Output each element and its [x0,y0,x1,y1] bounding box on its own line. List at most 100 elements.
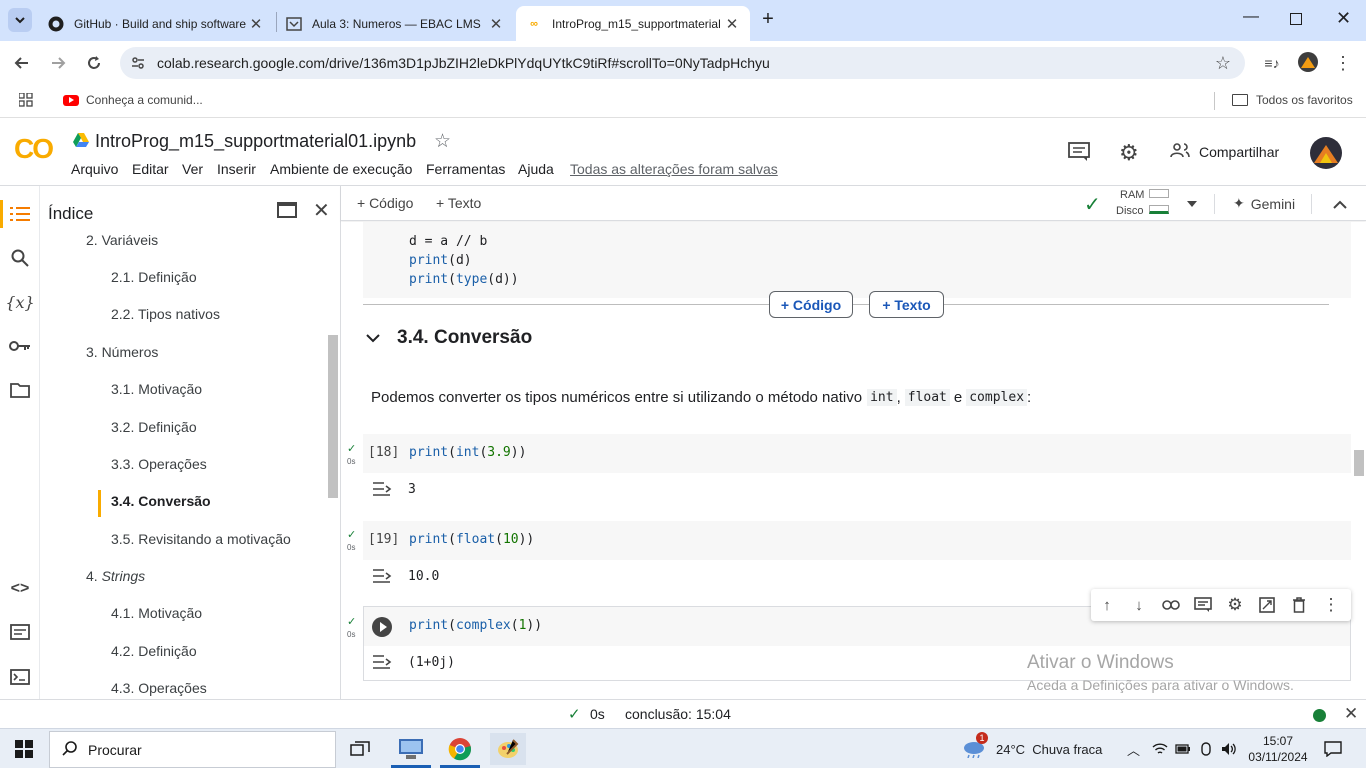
tab-colab[interactable]: ∞ IntroProg_m15_supportmaterial ✕ [516,6,750,41]
collapse-header-icon[interactable] [1333,198,1347,213]
star-icon[interactable]: ☆ [1215,53,1231,74]
run-cell-button[interactable] [372,617,392,637]
volume-icon[interactable] [1221,729,1237,768]
text-cell[interactable]: Podemos converter os tipos numéricos ent… [371,389,1031,406]
tray-chevron-icon[interactable]: ︿ [1127,729,1140,768]
comments-icon[interactable] [1068,142,1090,165]
browser-menu-icon[interactable]: ⋮ [1331,51,1355,75]
settings-gear-icon[interactable]: ⚙ [1119,140,1139,166]
site-info-icon[interactable] [130,55,146,74]
add-text-button[interactable]: + Texto [436,195,481,211]
add-code-button[interactable]: + Código [357,195,413,211]
close-icon[interactable]: ✕ [248,15,264,33]
terminal-icon[interactable] [8,665,32,689]
minimize-button[interactable]: — [1243,8,1259,28]
toc-item[interactable]: 2.2. Tipos nativos [111,306,220,322]
move-up-icon[interactable]: ↑ [1097,595,1117,615]
menu-arquivo[interactable]: Arquivo [71,161,118,177]
close-window-button[interactable]: ✕ [1336,8,1352,28]
toc-item-active[interactable]: 3.4. Conversão [111,493,211,509]
move-down-icon[interactable]: ↓ [1129,595,1149,615]
all-bookmarks[interactable]: Todos os favoritos [1232,93,1353,107]
menu-inserir[interactable]: Inserir [217,161,256,177]
toc-item[interactable]: 2. Variáveis [86,232,158,248]
key-icon[interactable] [8,334,32,358]
reload-button[interactable] [82,51,106,75]
tab-ebac[interactable]: Aula 3: Numeros — EBAC LMS ✕ [276,6,514,41]
media-control-icon[interactable]: ≡♪ [1260,51,1284,75]
apps-icon[interactable] [18,92,33,107]
variables-icon[interactable]: {x} [5,290,34,314]
forward-button[interactable] [46,51,70,75]
toc-item[interactable]: 4.2. Definição [111,643,197,659]
toc-item[interactable]: 4.3. Operações [111,680,207,696]
account-avatar[interactable] [1310,137,1342,169]
toc-item[interactable]: 3.2. Definição [111,419,197,435]
delete-icon[interactable] [1289,595,1309,615]
gear-icon[interactable]: ⚙ [1225,595,1245,615]
weather-widget[interactable]: 1 24°C Chuva fraca [962,729,1102,768]
toc-item[interactable]: 4. Strings [86,568,145,584]
menu-ambiente[interactable]: Ambiente de execução [270,161,412,177]
link-icon[interactable] [1161,595,1181,615]
toc-item[interactable]: 3.1. Motivação [111,381,202,397]
save-status[interactable]: Todas as alterações foram salvas [570,161,778,177]
close-icon[interactable]: ✕ [313,198,330,223]
colab-logo[interactable]: CO [14,133,54,165]
section-collapse-icon[interactable] [366,331,380,346]
share-button[interactable]: Compartilhar [1170,143,1279,160]
profile-avatar[interactable] [1298,52,1318,72]
toc-item[interactable]: 3.3. Operações [111,456,207,472]
output-icon[interactable] [372,568,394,587]
close-icon[interactable]: ✕ [488,15,504,33]
insert-code-button[interactable]: + Código [769,291,853,318]
toc-item[interactable]: 3.5. Revisitando a motivação [111,531,291,547]
menu-editar[interactable]: Editar [132,161,169,177]
search-icon[interactable] [8,246,32,270]
menu-ver[interactable]: Ver [182,161,203,177]
menu-ferramentas[interactable]: Ferramentas [426,161,505,177]
star-icon[interactable]: ☆ [434,130,451,153]
output-icon[interactable] [372,481,394,500]
gemini-button[interactable]: ✦ Gemini [1233,195,1295,212]
menu-ajuda[interactable]: Ajuda [518,161,554,177]
output-icon[interactable] [372,654,394,673]
meet-icon[interactable] [1199,729,1213,768]
mirror-cell-icon[interactable] [1257,595,1277,615]
code-snippets-icon[interactable]: <> [8,577,32,601]
task-view-icon[interactable] [342,733,378,765]
close-icon[interactable]: ✕ [724,15,740,33]
insert-text-button[interactable]: + Texto [869,291,944,318]
folder-icon[interactable] [8,378,32,402]
toc-item[interactable]: 4.1. Motivação [111,605,202,621]
back-button[interactable] [10,51,34,75]
notebook-scrollbar[interactable] [1354,450,1364,476]
toc-item[interactable]: 2.1. Definição [111,269,197,285]
bookmark-youtube[interactable]: Conheça a comunid... [63,93,203,107]
comment-icon[interactable] [1193,595,1213,615]
new-tab-button[interactable]: + [758,9,778,29]
close-icon[interactable]: ✕ [1344,704,1358,724]
open-in-tab-icon[interactable] [277,202,297,218]
toc-scrollbar[interactable] [328,335,338,498]
battery-icon[interactable] [1175,729,1191,768]
computer-app-icon[interactable] [393,733,429,765]
status-completion[interactable]: conclusão: 15:04 [625,706,731,722]
network-icon[interactable] [1152,729,1168,768]
more-options-icon[interactable]: ⋮ [1321,595,1341,615]
runtime-dropdown-icon[interactable] [1186,196,1198,211]
status-time[interactable]: 0s [590,706,605,722]
tab-github[interactable]: GitHub · Build and ship software ✕ [38,6,274,41]
taskbar-search[interactable]: Procurar [49,731,336,768]
toc-icon[interactable] [8,202,32,226]
address-bar[interactable]: colab.research.google.com/drive/136m3D1p… [120,47,1245,79]
toc-item[interactable]: 3. Números [86,344,158,360]
tab-search-button[interactable] [8,8,32,32]
command-palette-icon[interactable] [8,620,32,644]
clock[interactable]: 15:07 03/11/2024 [1246,733,1310,765]
paint-icon[interactable] [490,733,526,765]
chrome-icon[interactable] [442,733,478,765]
windows-start-icon[interactable] [6,733,42,765]
notifications-icon[interactable] [1324,729,1342,768]
notebook-title[interactable]: IntroProg_m15_supportmaterial01.ipynb [95,131,416,152]
